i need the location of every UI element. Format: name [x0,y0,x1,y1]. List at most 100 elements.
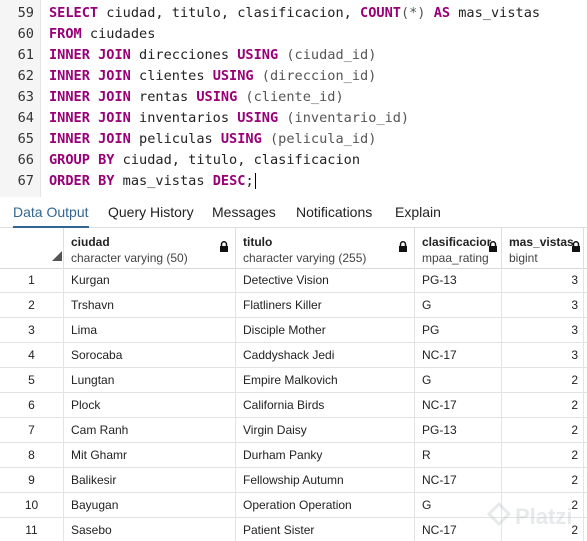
row-number[interactable]: 10 [0,493,64,518]
code-text[interactable]: INNER JOIN direcciones USING (ciudad_id) [49,45,376,66]
sql-token: (ciudad_id) [278,47,377,63]
cell-titulo[interactable]: Fellowship Autumn [236,468,415,493]
sql-keyword: USING [220,131,262,147]
cell-titulo[interactable]: Detective Vision [236,268,415,293]
cell-ciudad[interactable]: Plock [64,393,236,418]
cell-ciudad[interactable]: Mit Ghamr [64,443,236,468]
row-number[interactable]: 4 [0,343,64,368]
table-row[interactable]: 6 Plock California Birds NC-17 2 [0,393,587,418]
table-row[interactable]: 4 Sorocaba Caddyshack Jedi NC-17 3 [0,343,587,368]
table-row[interactable]: 7 Cam Ranh Virgin Daisy PG-13 2 [0,418,587,443]
row-number[interactable]: 1 [0,268,64,293]
code-text[interactable]: FROM ciudades [49,24,155,45]
code-text[interactable]: INNER JOIN peliculas USING (pelicula_id) [49,129,376,150]
code-text[interactable]: SELECT ciudad, titulo, clasificacion, CO… [49,3,540,24]
cell-clasificacion[interactable]: G [415,293,502,318]
code-line[interactable]: 66 GROUP BY ciudad, titulo, clasificacion [0,150,587,171]
code-text[interactable]: GROUP BY ciudad, titulo, clasificacion [49,150,360,171]
code-text[interactable]: INNER JOIN clientes USING (direccion_id) [49,66,376,87]
cell-clasificacion[interactable]: NC-17 [415,393,502,418]
code-line[interactable]: 59 SELECT ciudad, titulo, clasificacion, … [0,3,587,24]
cell-ciudad[interactable]: Lima [64,318,236,343]
tab-data-output[interactable]: Data Output [13,197,89,228]
sql-keyword: SELECT [49,5,99,21]
sql-token: (direccion_id) [253,68,377,84]
tab-messages[interactable]: Messages [212,197,276,227]
code-text[interactable]: ORDER BY mas_vistas DESC; [49,171,256,192]
cell-mas-vistas[interactable]: 2 [502,443,584,468]
tab-query-history[interactable]: Query History [108,197,194,227]
cell-titulo[interactable]: Caddyshack Jedi [236,343,415,368]
cell-clasificacion[interactable]: NC-17 [415,343,502,368]
cell-ciudad[interactable]: Trshavn [64,293,236,318]
row-number[interactable]: 8 [0,443,64,468]
cell-titulo[interactable]: Durham Panky [236,443,415,468]
data-output-grid[interactable]: ciudad character varying (50) titulo cha… [0,228,587,541]
cell-ciudad[interactable]: Balikesir [64,468,236,493]
code-line[interactable]: 60 FROM ciudades [0,24,587,45]
row-number[interactable]: 11 [0,518,64,541]
table-row[interactable]: 5 Lungtan Empire Malkovich G 2 [0,368,587,393]
cell-clasificacion[interactable]: PG-13 [415,268,502,293]
code-line[interactable]: 67 ORDER BY mas_vistas DESC; [0,171,587,192]
cell-clasificacion[interactable]: PG-13 [415,418,502,443]
table-row[interactable]: 3 Lima Disciple Mother PG 3 [0,318,587,343]
tab-notifications[interactable]: Notifications [296,197,372,227]
cell-mas-vistas[interactable]: 2 [502,368,584,393]
cell-clasificacion[interactable]: G [415,368,502,393]
code-text[interactable]: INNER JOIN rentas USING (cliente_id) [49,87,344,108]
cell-titulo[interactable]: Empire Malkovich [236,368,415,393]
cell-ciudad[interactable]: Sasebo [64,518,236,541]
row-number[interactable]: 9 [0,468,64,493]
sql-editor[interactable]: 59 SELECT ciudad, titulo, clasificacion, … [0,0,587,197]
cell-titulo[interactable]: Flatliners Killer [236,293,415,318]
cell-titulo[interactable]: Disciple Mother [236,318,415,343]
cell-titulo[interactable]: California Birds [236,393,415,418]
cell-ciudad[interactable]: Sorocaba [64,343,236,368]
cell-titulo[interactable]: Operation Operation [236,493,415,518]
cell-mas-vistas[interactable]: 2 [502,418,584,443]
cell-clasificacion[interactable]: R [415,443,502,468]
line-number: 59 [17,5,34,21]
sql-keyword: USING [212,68,254,84]
cell-ciudad[interactable]: Cam Ranh [64,418,236,443]
cell-mas-vistas[interactable]: 3 [502,293,584,318]
code-line[interactable]: 62 INNER JOIN clientes USING (direccion_i… [0,66,587,87]
sql-keyword: USING [237,47,279,63]
row-number[interactable]: 7 [0,418,64,443]
row-number[interactable]: 6 [0,393,64,418]
row-number[interactable]: 5 [0,368,64,393]
code-line[interactable]: 65 INNER JOIN peliculas USING (pelicula_i… [0,129,587,150]
code-text[interactable]: INNER JOIN inventarios USING (inventario… [49,108,409,129]
select-all-corner[interactable] [0,228,64,268]
cell-mas-vistas[interactable]: 3 [502,343,584,368]
cell-titulo[interactable]: Patient Sister [236,518,415,541]
row-number[interactable]: 2 [0,293,64,318]
cell-mas-vistas[interactable]: 2 [502,393,584,418]
column-header-ciudad[interactable]: ciudad character varying (50) [64,228,236,268]
cell-ciudad[interactable]: Kurgan [64,268,236,293]
sql-keyword: INNER JOIN [49,131,131,147]
cell-titulo[interactable]: Virgin Daisy [236,418,415,443]
table-row[interactable]: 9 Balikesir Fellowship Autumn NC-17 2 [0,468,587,493]
code-line[interactable]: 64 INNER JOIN inventarios USING (inventar… [0,108,587,129]
table-row[interactable]: 1 Kurgan Detective Vision PG-13 3 [0,268,587,293]
code-line[interactable]: 61 INNER JOIN direcciones USING (ciudad_i… [0,45,587,66]
cell-clasificacion[interactable]: NC-17 [415,468,502,493]
line-number: 65 [17,131,34,147]
table-row[interactable]: 2 Trshavn Flatliners Killer G 3 [0,293,587,318]
column-header-titulo[interactable]: titulo character varying (255) [236,228,415,268]
cell-mas-vistas[interactable]: 3 [502,268,584,293]
sql-token: ciudades [81,26,156,42]
cell-clasificacion[interactable]: PG [415,318,502,343]
column-header-clasificacion[interactable]: clasificacion mpaa_rating [415,228,502,268]
table-row[interactable]: 8 Mit Ghamr Durham Panky R 2 [0,443,587,468]
code-line[interactable]: 63 INNER JOIN rentas USING (cliente_id) [0,87,587,108]
row-number[interactable]: 3 [0,318,64,343]
cell-ciudad[interactable]: Lungtan [64,368,236,393]
tab-explain[interactable]: Explain [395,197,441,227]
column-header-mas-vistas[interactable]: mas_vistas bigint [502,228,584,268]
cell-mas-vistas[interactable]: 2 [502,468,584,493]
cell-ciudad[interactable]: Bayugan [64,493,236,518]
cell-mas-vistas[interactable]: 3 [502,318,584,343]
